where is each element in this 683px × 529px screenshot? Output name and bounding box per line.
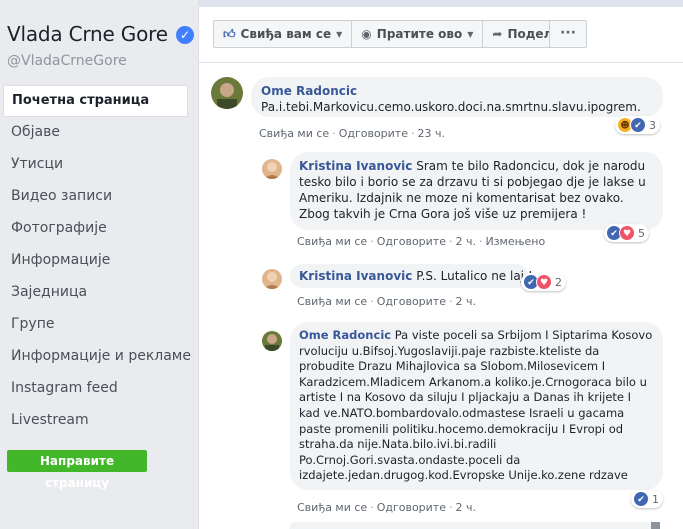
- verified-badge-icon: ✓: [175, 26, 194, 44]
- nav-item-livestream[interactable]: Livestream: [3, 405, 188, 437]
- comment-text: P.S. Lutalico ne laj !: [416, 269, 533, 283]
- like-page-button[interactable]: 👍︎ Свиђа вам се ▼: [214, 21, 353, 47]
- create-page-button[interactable]: Направите страницу: [7, 450, 147, 490]
- top-strip: [199, 0, 683, 7]
- comment-bubble: Kristina Ivanovic P.S. Lutalico ne laj !: [290, 264, 533, 288]
- follow-label: Пратите ово: [376, 27, 463, 41]
- avatar-photo: [262, 331, 282, 351]
- comment-meta: Свиђа ми се · Одговорите · 2 ч.: [297, 295, 476, 308]
- nav-item-photos[interactable]: Фотографије: [3, 213, 188, 245]
- like-comment-link[interactable]: Свиђа ми се: [297, 501, 367, 514]
- reaction-summary[interactable]: ✔ ♥ 5: [604, 224, 649, 242]
- nav-item-instagram[interactable]: Instagram feed: [3, 373, 188, 405]
- page-nav: Почетна страница Објаве Утисци Видео зап…: [3, 85, 191, 437]
- divider: [199, 62, 683, 63]
- comment-bubble: Ome Radoncic Pa viste poceli sa Srbijom …: [290, 322, 663, 490]
- avatar-photo: [262, 269, 282, 289]
- nav-item-reviews[interactable]: Утисци: [3, 149, 188, 181]
- like-comment-link[interactable]: Свиђа ми се: [297, 295, 367, 308]
- comment-author[interactable]: Kristina Ivanovic: [299, 269, 412, 283]
- like-comment-link[interactable]: Свиђа ми се: [297, 235, 367, 248]
- reaction-summary[interactable]: ✔ ♥ 2: [521, 273, 566, 291]
- reply-link[interactable]: Одговорите: [377, 295, 446, 308]
- share-arrow-icon: ➦: [492, 27, 503, 41]
- reaction-count: 1: [652, 492, 659, 506]
- main-panel: 👍︎ Свиђа вам се ▼ ◉ Пратите ово ▼ ➦ Поде…: [198, 0, 683, 529]
- avatar-photo: [262, 159, 282, 179]
- page-handle[interactable]: @VladaCrneGore: [7, 53, 127, 69]
- avatar[interactable]: [262, 269, 282, 289]
- like-reaction-icon: ✔: [633, 491, 649, 507]
- reaction-count: 3: [649, 118, 656, 132]
- comment-bubble: Ome Radoncic Pa.i.tebi.Markovicu.cemo.us…: [251, 77, 663, 117]
- comment-meta: Свиђа ми се · Одговорите · 2 ч.: [297, 501, 476, 514]
- like-page-label: Свиђа вам се: [240, 27, 332, 41]
- scrollbar[interactable]: [651, 522, 660, 529]
- nav-item-home[interactable]: Почетна страница: [3, 85, 188, 117]
- comment-bubble: Kristina Ivanovic Sram te bilo Radoncicu…: [290, 152, 663, 230]
- timestamp[interactable]: 2 ч.: [455, 235, 476, 248]
- comment-text: Pa viste poceli sa Srbijom I Siptarima K…: [299, 328, 653, 483]
- avatar-photo: [211, 77, 243, 109]
- page-actions: 👍︎ Свиђа вам се ▼ ◉ Пратите ово ▼ ➦ Поде…: [213, 20, 571, 48]
- comment-author[interactable]: Kristina Ivanovic: [299, 159, 412, 173]
- more-options-button[interactable]: ···: [549, 20, 587, 48]
- edited-label[interactable]: Измењено: [485, 235, 545, 248]
- comment-author[interactable]: Ome Radoncic: [261, 83, 653, 99]
- nav-item-posts[interactable]: Објаве: [3, 117, 188, 149]
- reply-link[interactable]: Одговорите: [377, 501, 446, 514]
- reply-link[interactable]: Одговорите: [339, 127, 408, 140]
- reaction-summary[interactable]: ☻ ✔ 3: [615, 116, 660, 134]
- page-name[interactable]: Vlada Crne Gore: [7, 22, 168, 46]
- avatar[interactable]: [211, 77, 243, 109]
- reaction-count: 2: [555, 275, 562, 289]
- nav-item-community[interactable]: Заједница: [3, 277, 188, 309]
- avatar[interactable]: [262, 331, 282, 351]
- nav-item-videos[interactable]: Видео записи: [3, 181, 188, 213]
- left-sidebar: Vlada Crne Gore ✓ @VladaCrneGore Почетна…: [0, 0, 198, 529]
- comment-meta: Свиђа ми се · Одговорите · 23 ч.: [259, 127, 445, 140]
- timestamp[interactable]: 23 ч.: [417, 127, 445, 140]
- nav-item-groups[interactable]: Групе: [3, 309, 188, 341]
- comment-author[interactable]: Ome Radoncic: [299, 328, 391, 342]
- reply-link[interactable]: Одговорите: [377, 235, 446, 248]
- like-comment-link[interactable]: Свиђа ми се: [259, 127, 329, 140]
- like-reaction-icon: ✔: [630, 117, 646, 133]
- timestamp[interactable]: 2 ч.: [455, 501, 476, 514]
- reaction-summary[interactable]: ✔ 1: [631, 490, 663, 508]
- reaction-count: 5: [638, 226, 645, 240]
- page-title[interactable]: Vlada Crne Gore ✓: [7, 22, 194, 46]
- follow-button[interactable]: ◉ Пратите ово ▼: [352, 21, 484, 47]
- nav-item-about[interactable]: Информације: [3, 245, 188, 277]
- timestamp[interactable]: 2 ч.: [455, 295, 476, 308]
- rss-icon: ◉: [361, 27, 372, 41]
- love-reaction-icon: ♥: [536, 274, 552, 290]
- chevron-down-icon: ▼: [467, 29, 474, 39]
- love-reaction-icon: ♥: [619, 225, 635, 241]
- comment-text: Pa.i.tebi.Markovicu.cemo.uskoro.doci.na.…: [261, 100, 641, 114]
- thumbs-up-icon: 👍︎: [223, 26, 236, 41]
- comment-meta: Свиђа ми се · Одговорите · 2 ч. · Измењено: [297, 235, 546, 248]
- next-comment-bubble: [289, 522, 659, 529]
- chevron-down-icon: ▼: [336, 29, 343, 39]
- nav-item-info-ads[interactable]: Информације и рекламе: [3, 341, 191, 373]
- avatar[interactable]: [262, 159, 282, 179]
